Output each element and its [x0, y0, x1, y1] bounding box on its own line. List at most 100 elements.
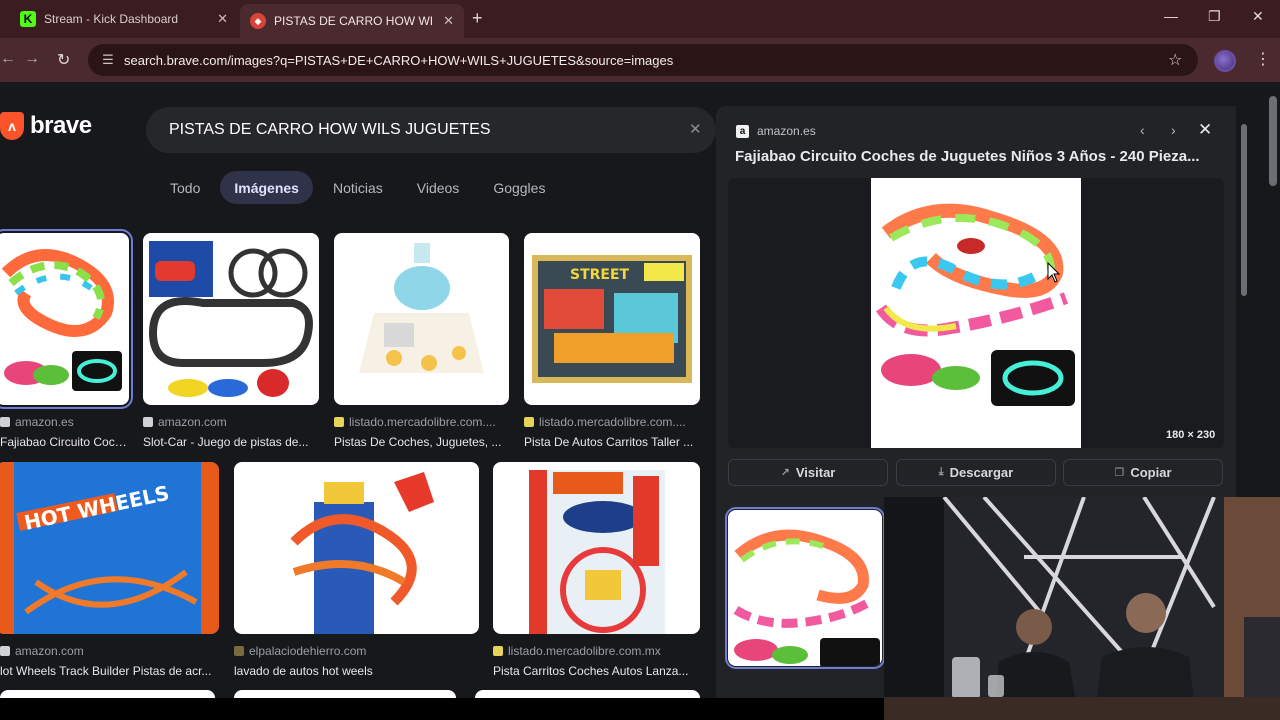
- panel-title[interactable]: Fajiabao Circuito Coches de Juguetes Niñ…: [735, 148, 1200, 165]
- brand-name: brave: [30, 112, 92, 139]
- address-bar[interactable]: ☰ search.brave.com/images?q=PISTAS+DE+CA…: [88, 44, 1198, 76]
- image-preview: 180 × 230: [728, 178, 1224, 448]
- reload-icon[interactable]: ↻: [57, 50, 70, 70]
- menu-icon[interactable]: ⋮: [1255, 49, 1271, 69]
- tab-title: PISTAS DE CARRO HOW WILS J: [274, 14, 434, 28]
- close-tab-icon[interactable]: ✕: [217, 11, 228, 27]
- result-thumbnail[interactable]: HOT WHEELS: [0, 462, 219, 634]
- result-title[interactable]: Pista De Autos Carritos Taller ...: [524, 435, 700, 449]
- panel-domain[interactable]: a amazon.es: [736, 124, 816, 138]
- restore-icon[interactable]: ❐: [1208, 8, 1221, 25]
- svg-text:STREET: STREET: [570, 267, 630, 283]
- tab-todo[interactable]: Todo: [156, 171, 214, 204]
- minimize-icon[interactable]: —: [1164, 8, 1178, 24]
- copy-label: Copiar: [1130, 465, 1172, 480]
- result-title[interactable]: Slot-Car - Juego de pistas de...: [143, 435, 319, 449]
- result-thumbnail[interactable]: [234, 462, 479, 634]
- image-dimensions: 180 × 230: [1166, 429, 1216, 441]
- image-result[interactable]: amazon.es Fajiabao Circuito Coch...: [0, 229, 133, 449]
- search-input[interactable]: PISTAS DE CARRO HOW WILS JUGUETES ✕: [146, 107, 716, 153]
- result-title[interactable]: lavado de autos hot weels: [234, 664, 479, 678]
- result-source: listado.mercadolibre.com....: [349, 415, 496, 429]
- close-window-icon[interactable]: ✕: [1252, 8, 1264, 25]
- visit-button[interactable]: ↗ Visitar: [728, 459, 888, 486]
- bottom-bar: [0, 698, 884, 720]
- tab-title: Stream - Kick Dashboard: [44, 12, 179, 26]
- image-result[interactable]: amazon.com Slot-Car - Juego de pistas de…: [143, 233, 319, 449]
- external-link-icon: ↗: [780, 467, 790, 479]
- panel-scrollbar-thumb[interactable]: [1241, 124, 1247, 296]
- result-thumbnail[interactable]: [143, 233, 319, 405]
- result-title[interactable]: Pistas De Coches, Juguetes, ...: [334, 435, 509, 449]
- profile-avatar[interactable]: [1214, 50, 1236, 72]
- tab-strip: K Stream - Kick Dashboard ✕ ◆ PISTAS DE …: [0, 0, 1280, 38]
- panel-domain-text: amazon.es: [757, 124, 816, 138]
- image-result[interactable]: [475, 690, 700, 698]
- result-thumbnail[interactable]: [0, 229, 133, 409]
- download-icon: ⤓: [938, 466, 944, 478]
- brave-logo[interactable]: ʌ brave: [0, 112, 92, 140]
- site-info-icon[interactable]: ☰: [98, 50, 118, 70]
- download-button[interactable]: ⤓ Descargar: [896, 459, 1056, 486]
- image-result[interactable]: listado.mercadolibre.com.... Pistas De C…: [334, 233, 509, 449]
- clear-search-icon[interactable]: ✕: [689, 120, 702, 138]
- tab-goggles[interactable]: Goggles: [479, 171, 559, 204]
- result-title[interactable]: Pista Carritos Coches Autos Lanza...: [493, 664, 700, 678]
- result-thumbnail[interactable]: [493, 462, 700, 634]
- screen: K Stream - Kick Dashboard ✕ ◆ PISTAS DE …: [0, 0, 1280, 720]
- brave-lion-icon: ʌ: [0, 112, 24, 140]
- browser-toolbar: ← → ↻ ☰ search.brave.com/images?q=PISTAS…: [0, 38, 1280, 82]
- result-source: amazon.com: [158, 415, 227, 429]
- mercadolibre-icon: [524, 417, 534, 427]
- download-label: Descargar: [949, 465, 1014, 480]
- tab-imagenes[interactable]: Imágenes: [220, 171, 313, 204]
- tab-kick-dashboard[interactable]: K Stream - Kick Dashboard ✕: [10, 4, 238, 34]
- image-result[interactable]: HOT WHEELS amazon.com lot Wheels Track B…: [0, 462, 219, 678]
- bookmark-star-icon[interactable]: ☆: [1168, 50, 1182, 70]
- tab-videos[interactable]: Videos: [403, 171, 474, 204]
- previous-image-icon[interactable]: ‹: [1140, 122, 1145, 138]
- kick-icon: K: [20, 11, 36, 27]
- new-tab-icon[interactable]: +: [472, 8, 483, 29]
- tab-brave-search[interactable]: ◆ PISTAS DE CARRO HOW WILS J ✕: [240, 4, 464, 38]
- tab-noticias[interactable]: Noticias: [319, 171, 397, 204]
- amazon-icon: [0, 646, 10, 656]
- search-query: PISTAS DE CARRO HOW WILS JUGUETES: [169, 121, 491, 138]
- result-thumbnail[interactable]: STREET: [524, 233, 700, 405]
- webcam-overlay: [884, 497, 1280, 720]
- related-image[interactable]: [725, 507, 885, 669]
- result-source: listado.mercadolibre.com....: [539, 415, 686, 429]
- mouse-cursor: [1047, 262, 1060, 283]
- svg-text:HOT WHEELS: HOT WHEELS: [22, 481, 171, 535]
- result-title[interactable]: lot Wheels Track Builder Pistas de acr..…: [0, 664, 219, 678]
- close-panel-icon[interactable]: ✕: [1198, 120, 1212, 140]
- result-source: amazon.es: [15, 415, 74, 429]
- page-scrollbar-thumb[interactable]: [1269, 96, 1277, 186]
- mercadolibre-icon: [334, 417, 344, 427]
- image-result[interactable]: [0, 690, 215, 698]
- result-thumbnail[interactable]: [334, 233, 509, 405]
- preview-image[interactable]: [871, 178, 1081, 448]
- image-result[interactable]: STREET listado.mercadolibre.com.... Pist…: [524, 233, 700, 449]
- back-icon[interactable]: ←: [0, 50, 16, 68]
- result-source: elpalaciodehierro.com: [249, 644, 367, 658]
- result-title[interactable]: Fajiabao Circuito Coch...: [0, 435, 129, 449]
- url-text: search.brave.com/images?q=PISTAS+DE+CARR…: [124, 52, 674, 68]
- image-result[interactable]: [234, 690, 456, 698]
- forward-icon[interactable]: →: [24, 50, 40, 68]
- amazon-icon: a: [736, 124, 749, 138]
- next-image-icon[interactable]: ›: [1171, 122, 1176, 138]
- result-source: amazon.com: [15, 644, 84, 658]
- visit-label: Visitar: [795, 465, 836, 480]
- amazon-icon: [143, 417, 153, 427]
- search-tabs: Todo Imágenes Noticias Videos Goggles: [156, 171, 565, 204]
- result-source: listado.mercadolibre.com.mx: [508, 644, 661, 658]
- copy-button[interactable]: ❐ Copiar: [1063, 459, 1223, 486]
- palacio-icon: [234, 646, 244, 656]
- image-result[interactable]: listado.mercadolibre.com.mx Pista Carrit…: [493, 462, 700, 678]
- copy-icon: ❐: [1114, 467, 1125, 479]
- mercadolibre-icon: [493, 646, 503, 656]
- image-result[interactable]: elpalaciodehierro.com lavado de autos ho…: [234, 462, 479, 678]
- close-tab-icon[interactable]: ✕: [443, 13, 454, 29]
- brave-icon: ◆: [250, 13, 266, 29]
